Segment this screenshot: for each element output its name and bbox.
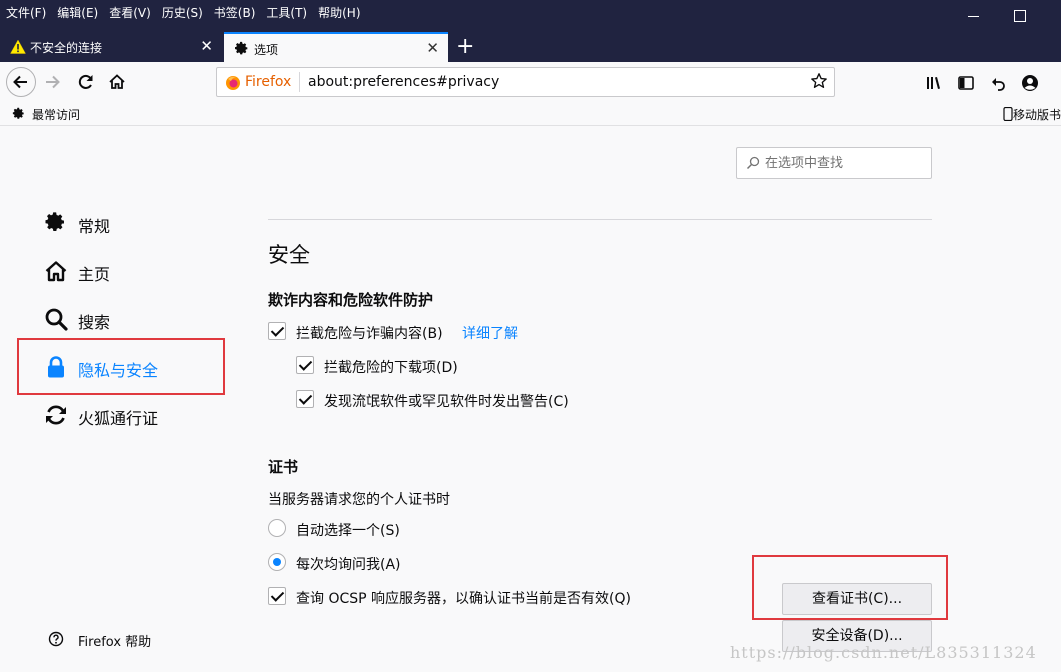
account-icon[interactable] [1021,74,1039,92]
minimize-button[interactable] [964,4,984,24]
tab-insecure-connection[interactable]: 不安全的连接 ✕ [0,32,222,62]
option-label: 自动选择一个(S) [296,523,400,539]
security-title: 安全 [268,243,310,267]
option-label: 拦截危险的下载项(D) [324,360,458,376]
home-icon [109,74,125,89]
highlight-box [17,338,225,395]
block-downloads-checkbox[interactable] [296,356,314,374]
auto-select-radio[interactable] [268,519,286,537]
option-label: 每次均询问我(A) [296,557,401,573]
home-icon [45,261,67,282]
bookmark-mobile[interactable]: 移动版书 [1003,106,1061,123]
bookmark-label: 最常访问 [32,108,81,122]
maximize-button[interactable] [1010,4,1030,24]
url-bar[interactable]: Firefox about:preferences#privacy [216,67,835,97]
nav-bar: Firefox about:preferences#privacy [0,62,1061,102]
home-button[interactable] [103,68,131,96]
search-input[interactable] [763,151,927,175]
close-icon[interactable]: ✕ [426,39,439,57]
arrow-left-icon [13,75,27,89]
identity-label: Firefox [245,74,292,90]
menu-tools[interactable]: 工具(T) [266,4,307,21]
help-label: Firefox 帮助 [78,635,152,650]
cert-request-prompt: 当服务器请求您的个人证书时 [268,492,450,508]
reload-button[interactable] [72,68,100,96]
section-divider [268,219,932,220]
tab-label: 不安全的连接 [30,41,103,55]
title-bar: 文件(F) 编辑(E) 查看(V) 历史(S) 书签(B) 工具(T) 帮助(H… [0,0,1061,32]
back-button[interactable] [6,67,36,97]
search-icon [45,308,68,331]
ask-every-time-radio[interactable] [268,553,286,571]
help-icon [48,631,64,647]
url-divider [299,72,300,92]
watermark-text: https://blog.csdn.net/L835311324 [730,643,1037,662]
forward-button[interactable] [40,68,68,96]
bookmark-star-icon[interactable] [810,72,828,90]
menu-view[interactable]: 查看(V) [109,4,151,21]
bookmark-label: 移动版书 [1013,108,1061,122]
preferences-page: 常规 主页 搜索 隐私与安全 火狐通行证 [0,127,1061,672]
block-dangerous-checkbox[interactable] [268,322,286,340]
option-label: 拦截危险与诈骗内容(B) [296,326,443,342]
tab-bar: 不安全的连接 ✕ 选项 ✕ + [0,32,1061,62]
ocsp-checkbox[interactable] [268,587,286,605]
arrow-right-icon [46,75,60,89]
gear-icon [12,107,24,119]
url-input[interactable]: about:preferences#privacy [308,74,499,90]
learn-more-link[interactable]: 详细了解 [462,323,518,343]
new-tab-button[interactable]: + [456,34,474,59]
bookmarks-toolbar: 最常访问 移动版书 [0,102,1061,126]
mobile-icon [1003,106,1013,122]
category-label: 火狐通行证 [78,409,159,428]
highlight-box [752,555,948,620]
menu-help[interactable]: 帮助(H) [318,4,360,21]
gear-icon [45,212,64,232]
category-label: 搜索 [78,313,111,332]
menu-file[interactable]: 文件(F) [6,4,46,21]
tab-label: 选项 [254,43,279,57]
menu-bookmarks[interactable]: 书签(B) [214,4,256,21]
category-label: 常规 [78,217,111,236]
library-icon[interactable] [925,74,943,92]
category-label: 主页 [78,265,111,284]
warn-unwanted-checkbox[interactable] [296,390,314,408]
search-icon [746,156,760,170]
firefox-logo-icon [226,76,240,90]
menu-bar: 文件(F) 编辑(E) 查看(V) 历史(S) 书签(B) 工具(T) 帮助(H… [6,4,372,21]
fraud-protection-heading: 欺诈内容和危险软件防护 [268,291,434,309]
option-label: 发现流氓软件或罕见软件时发出警告(C) [324,394,569,410]
reload-icon [78,74,93,89]
tab-options[interactable]: 选项 ✕ [224,32,448,62]
close-icon[interactable]: ✕ [200,37,213,55]
preferences-search[interactable] [736,147,932,179]
certificates-heading: 证书 [268,458,299,476]
menu-edit[interactable]: 编辑(E) [57,4,98,21]
menu-history[interactable]: 历史(S) [162,4,203,21]
gear-icon [235,41,248,55]
warning-icon [10,39,26,54]
sidebar-icon[interactable] [957,74,975,92]
option-label: 查询 OCSP 响应服务器，以确认证书当前是否有效(Q) [296,591,631,607]
undo-icon[interactable] [989,74,1007,92]
sync-icon [46,405,66,425]
